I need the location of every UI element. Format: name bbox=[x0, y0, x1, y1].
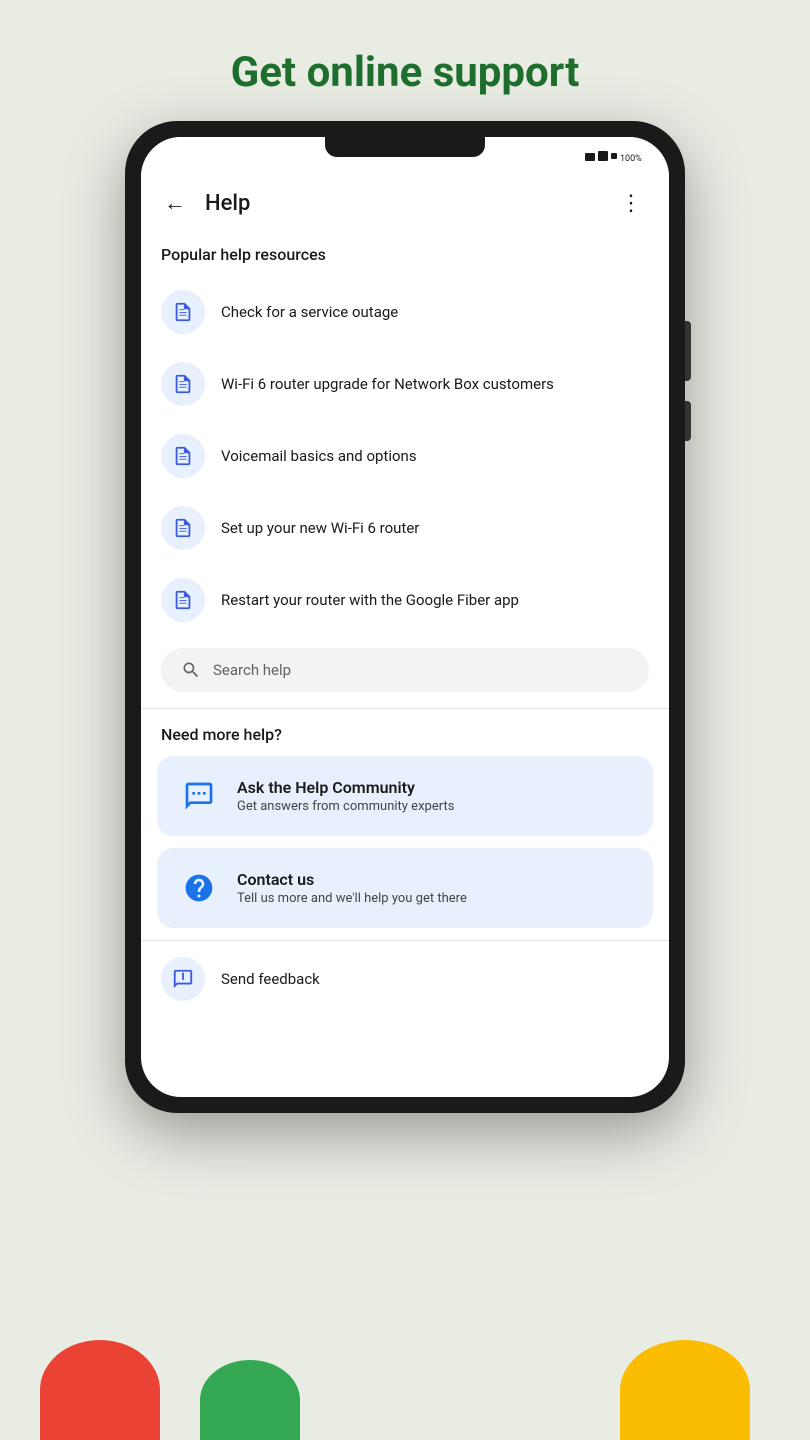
chat-icon bbox=[183, 780, 215, 812]
resource-text-5: Restart your router with the Google Fibe… bbox=[221, 590, 519, 611]
phone-side-button-2 bbox=[685, 401, 691, 441]
app-bar-left: ← Help bbox=[157, 185, 250, 221]
page-title: Get online support bbox=[0, 0, 810, 121]
resource-text-1: Check for a service outage bbox=[221, 302, 398, 323]
resource-icon-4 bbox=[161, 506, 205, 550]
contact-card-subtitle: Tell us more and we'll help you get ther… bbox=[237, 891, 467, 906]
deco-green-shape bbox=[200, 1360, 300, 1440]
community-card-text: Ask the Help Community Get answers from … bbox=[237, 778, 454, 814]
resource-text-2: Wi-Fi 6 router upgrade for Network Box c… bbox=[221, 374, 554, 395]
search-icon bbox=[181, 660, 201, 680]
resource-icon-2 bbox=[161, 362, 205, 406]
phone-frame: 100% ← Help ⋮ Popular help bbox=[125, 121, 685, 1113]
phone-side-button bbox=[685, 321, 691, 381]
resource-icon-1 bbox=[161, 290, 205, 334]
phone-notch bbox=[325, 137, 485, 157]
bottom-decorations bbox=[0, 1320, 810, 1440]
community-card-subtitle: Get answers from community experts bbox=[237, 799, 454, 814]
document-icon bbox=[172, 301, 194, 323]
community-icon bbox=[177, 774, 221, 818]
resource-icon-3 bbox=[161, 434, 205, 478]
feedback-item[interactable]: Send feedback bbox=[141, 941, 669, 1017]
app-bar-title: Help bbox=[205, 191, 250, 216]
deco-yellow-shape bbox=[620, 1340, 750, 1440]
contact-card-text: Contact us Tell us more and we'll help y… bbox=[237, 870, 467, 906]
community-card[interactable]: Ask the Help Community Get answers from … bbox=[157, 756, 653, 836]
deco-red-shape bbox=[40, 1340, 160, 1440]
svg-text:100%: 100% bbox=[620, 154, 642, 164]
more-dots-icon: ⋮ bbox=[620, 191, 642, 216]
search-placeholder: Search help bbox=[213, 661, 291, 679]
phone-screen: 100% ← Help ⋮ Popular help bbox=[141, 137, 669, 1097]
document-icon-2 bbox=[172, 373, 194, 395]
resource-item-3[interactable]: Voicemail basics and options bbox=[141, 420, 669, 492]
contact-card[interactable]: Contact us Tell us more and we'll help y… bbox=[157, 848, 653, 928]
resource-item-4[interactable]: Set up your new Wi-Fi 6 router bbox=[141, 492, 669, 564]
resource-text-4: Set up your new Wi-Fi 6 router bbox=[221, 518, 419, 539]
back-button[interactable]: ← bbox=[157, 185, 193, 221]
contact-card-title: Contact us bbox=[237, 870, 467, 889]
popular-section-label: Popular help resources bbox=[141, 237, 669, 276]
status-icons: 100% bbox=[585, 150, 645, 164]
feedback-icon-wrap bbox=[161, 957, 205, 1001]
resource-item-2[interactable]: Wi-Fi 6 router upgrade for Network Box c… bbox=[141, 348, 669, 420]
support-icon bbox=[183, 872, 215, 904]
search-bar[interactable]: Search help bbox=[161, 648, 649, 692]
resource-text-3: Voicemail basics and options bbox=[221, 446, 417, 467]
document-icon-4 bbox=[172, 517, 194, 539]
search-bar-container: Search help bbox=[141, 636, 669, 708]
resource-item-5[interactable]: Restart your router with the Google Fibe… bbox=[141, 564, 669, 636]
feedback-icon bbox=[172, 968, 194, 990]
more-menu-button[interactable]: ⋮ bbox=[613, 185, 649, 221]
contact-icon bbox=[177, 866, 221, 910]
need-more-label: Need more help? bbox=[141, 709, 669, 756]
feedback-label: Send feedback bbox=[221, 970, 320, 988]
resource-icon-5 bbox=[161, 578, 205, 622]
document-icon-5 bbox=[172, 589, 194, 611]
community-card-title: Ask the Help Community bbox=[237, 778, 454, 797]
document-icon-3 bbox=[172, 445, 194, 467]
back-arrow-icon: ← bbox=[164, 190, 186, 216]
app-bar: ← Help ⋮ bbox=[141, 177, 669, 237]
resource-item-1[interactable]: Check for a service outage bbox=[141, 276, 669, 348]
